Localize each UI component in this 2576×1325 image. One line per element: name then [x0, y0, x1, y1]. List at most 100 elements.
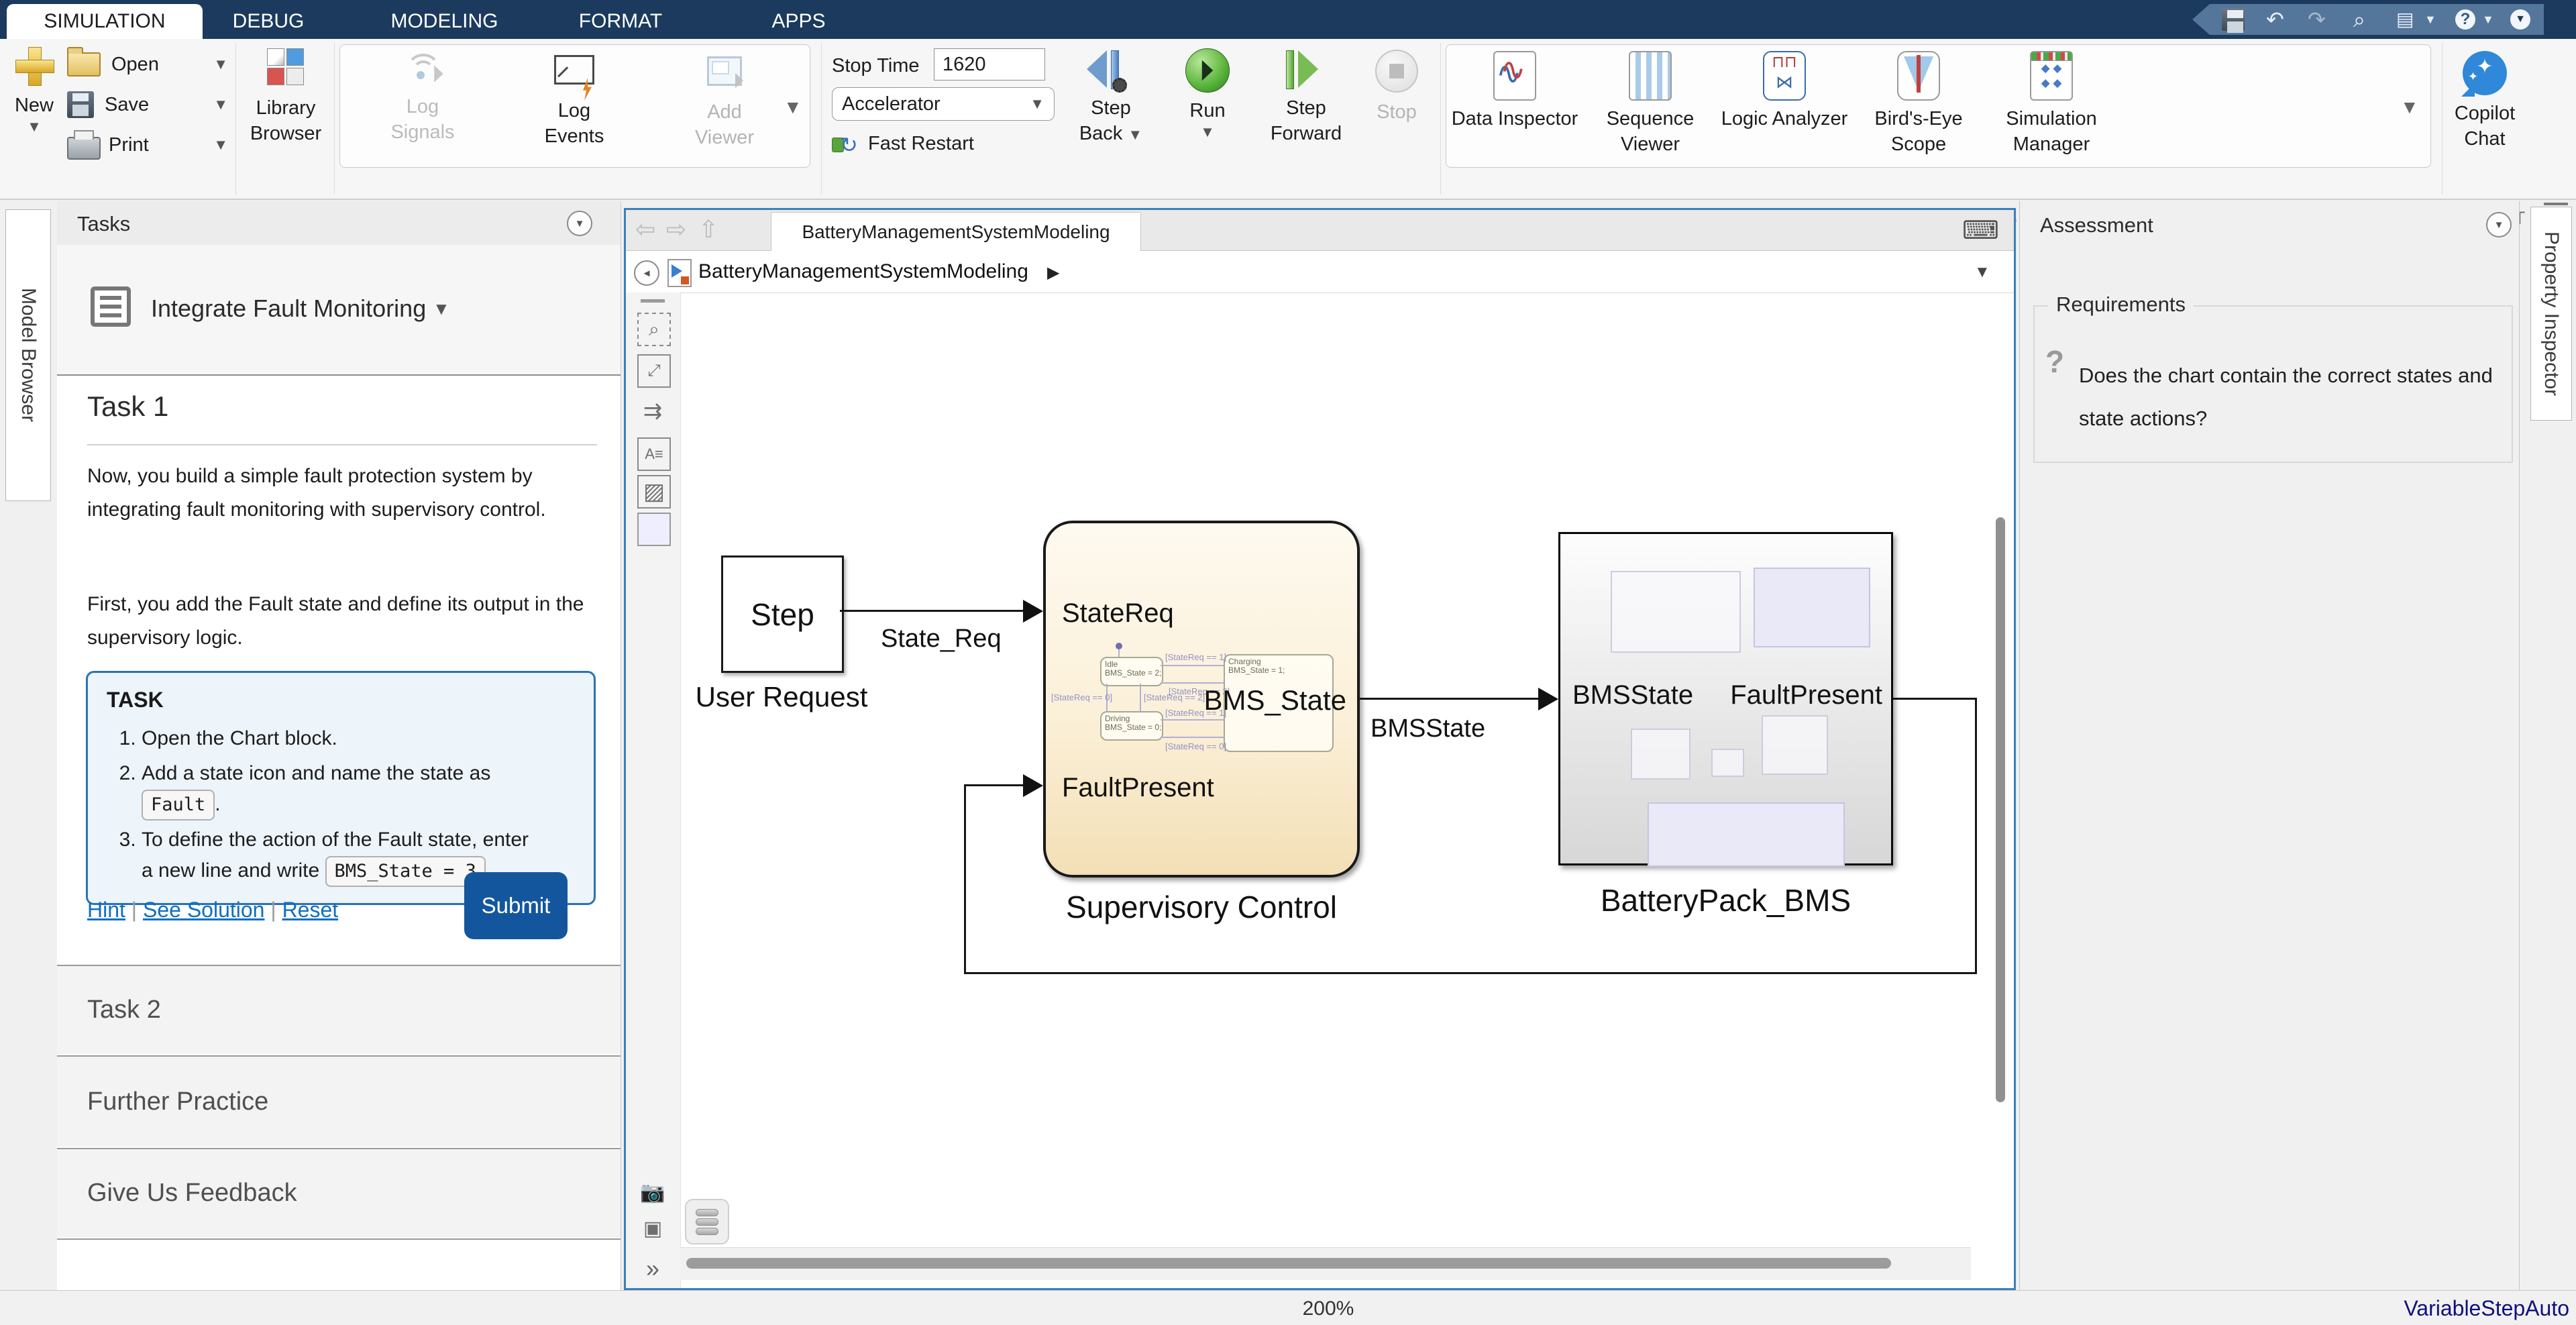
- supervisory-control-block[interactable]: Idle BMS_State = 2; Charging BMS_State =…: [1043, 521, 1360, 878]
- add-viewer-button[interactable]: Add Viewer: [679, 51, 770, 150]
- birds-eye-scope-button[interactable]: Bird's-Eye Scope: [1855, 51, 1982, 157]
- step-back-caret-icon: ▼: [1128, 126, 1142, 143]
- fast-restart-toggle[interactable]: ↻ Fast Restart: [832, 127, 1046, 160]
- save-label: Save: [105, 92, 149, 117]
- tab-simulation[interactable]: SIMULATION: [7, 4, 203, 39]
- save-icon[interactable]: [2222, 8, 2245, 31]
- run-button[interactable]: Run ▼: [1173, 48, 1242, 141]
- tab-format[interactable]: FORMAT: [557, 4, 684, 39]
- new-caret-icon: ▼: [9, 118, 59, 136]
- feedback-line[interactable]: [964, 972, 1977, 974]
- help-caret-icon[interactable]: ▼: [2482, 4, 2494, 35]
- section-further-practice[interactable]: Further Practice: [57, 1057, 621, 1147]
- tab-modeling[interactable]: MODELING: [372, 4, 517, 39]
- print-button[interactable]: Print ▼: [67, 129, 228, 161]
- ribbon-divider: [334, 43, 335, 195]
- section-feedback[interactable]: Give Us Feedback: [57, 1149, 621, 1237]
- chart-port-statereq: StateReq: [1062, 598, 1174, 629]
- publish-icon[interactable]: ▤: [2396, 4, 2414, 35]
- model-canvas[interactable]: Step User Request State_Req Idle BMS_Sta…: [626, 210, 2014, 1288]
- birds-eye-scope-icon: [1897, 51, 1940, 101]
- data-inspector-button[interactable]: ∿ ∿ Data Inspector: [1451, 51, 1578, 131]
- stop-time-input[interactable]: [934, 48, 1045, 81]
- tasks-collapse-icon[interactable]: ▼: [567, 211, 592, 236]
- assessment-collapse-icon[interactable]: ▼: [2486, 212, 2512, 237]
- sim-mode-value: Accelerator: [842, 93, 941, 115]
- submit-button[interactable]: Submit: [464, 872, 568, 939]
- feedback-line[interactable]: [964, 784, 966, 974]
- simulation-manager-button[interactable]: ◆ ◆◆ ◆ Simulation Manager: [1988, 51, 2115, 157]
- add-viewer-icon: [701, 56, 748, 99]
- tab-modeling-label: MODELING: [390, 10, 498, 33]
- undo-icon[interactable]: ↶: [2266, 4, 2284, 35]
- sim-mode-select[interactable]: Accelerator ▼: [832, 87, 1055, 121]
- search-icon[interactable]: ⌕: [2353, 4, 2365, 35]
- task-step-2: Add a state icon and name the state as F…: [142, 758, 544, 820]
- step-block[interactable]: Step: [721, 555, 844, 673]
- data-inspector-icon: ∿ ∿: [1493, 51, 1536, 101]
- solver-status[interactable]: VariableStepAuto: [2267, 1296, 2569, 1321]
- section-task2[interactable]: Task 2: [57, 966, 621, 1054]
- copilot-chat-button[interactable]: ✦ ✦ Copilot Chat: [2447, 51, 2522, 152]
- ribbon-divider: [821, 43, 822, 195]
- options-icon[interactable]: ▼: [2510, 9, 2530, 30]
- save-button[interactable]: Save ▼: [67, 89, 228, 121]
- feedback-line[interactable]: [1975, 698, 1977, 974]
- redo-icon[interactable]: ↷: [2308, 4, 2326, 35]
- task-step-1: Open the Chart block.: [142, 723, 544, 754]
- library-browser-button[interactable]: Library Browser: [243, 48, 329, 146]
- hint-link[interactable]: Hint: [87, 898, 125, 922]
- section-divider: [57, 1238, 621, 1240]
- data-badge-button[interactable]: [685, 1199, 729, 1244]
- ribbon-divider: [235, 43, 236, 195]
- subsystem-preview: [1711, 749, 1744, 777]
- signal-label-state-req[interactable]: State_Req: [881, 625, 995, 653]
- stop-button[interactable]: Stop: [1364, 50, 1429, 125]
- review-gallery-caret-icon[interactable]: ▼: [2400, 97, 2419, 118]
- horizontal-scrollbar[interactable]: [686, 1258, 1891, 1269]
- property-inspector-tab[interactable]: Property Inspector: [2530, 207, 2572, 421]
- see-solution-link[interactable]: See Solution: [143, 898, 264, 922]
- signal-line[interactable]: [840, 610, 1023, 612]
- tab-debug[interactable]: DEBUG: [221, 4, 315, 39]
- course-caret-icon[interactable]: ▼: [433, 299, 450, 319]
- tab-apps[interactable]: APPS: [750, 4, 847, 39]
- sequence-viewer-button[interactable]: Sequence Viewer: [1587, 51, 1714, 157]
- subsystem-preview: [1762, 715, 1828, 775]
- open-button[interactable]: Open ▼: [67, 48, 228, 81]
- logic-analyzer-button[interactable]: ⊓⊓ ⋈ Logic Analyzer: [1721, 51, 1848, 131]
- step-back-label: Step Back: [1079, 97, 1131, 144]
- print-label: Print: [109, 132, 149, 158]
- step-back-button[interactable]: Step Back ▼: [1071, 48, 1151, 148]
- tab-apps-label: APPS: [771, 10, 825, 33]
- open-caret-icon: ▼: [213, 56, 228, 73]
- help-icon[interactable]: ?: [2455, 9, 2475, 30]
- batterypack-bms-block[interactable]: BMSState FaultPresent: [1558, 532, 1893, 865]
- tasks-course-row[interactable]: Integrate Fault Monitoring ▼: [57, 245, 621, 376]
- signal-line[interactable]: [1360, 698, 1538, 700]
- prepare-gallery-caret-icon[interactable]: ▼: [784, 97, 802, 118]
- signal-label-bmsstate[interactable]: BMSState: [1371, 714, 1511, 743]
- requirements-label: Requirements: [2048, 293, 2194, 317]
- task-list-icon[interactable]: [91, 286, 131, 327]
- log-events-button[interactable]: Log Events: [529, 51, 620, 149]
- reset-link[interactable]: Reset: [282, 898, 339, 922]
- step-block-name: User Request: [667, 681, 896, 713]
- run-label: Run: [1189, 100, 1225, 121]
- assessment-title: Assessment: [2040, 213, 2153, 237]
- batterypack-bms-name: BatteryPack_BMS: [1558, 882, 1893, 918]
- feedback-line[interactable]: [964, 784, 1023, 786]
- feedback-line[interactable]: [1893, 698, 1976, 700]
- new-button[interactable]: New ▼: [9, 47, 59, 136]
- log-signals-button[interactable]: Log Signals: [377, 51, 468, 145]
- open-label: Open: [111, 52, 159, 77]
- data-inspector-label: Data Inspector: [1451, 106, 1578, 131]
- step-forward-button[interactable]: Step Forward: [1264, 48, 1348, 146]
- log-events-label: Log Events: [529, 98, 620, 149]
- property-inspector-tab-label: Property Inspector: [2540, 231, 2563, 396]
- fast-restart-label: Fast Restart: [868, 131, 974, 156]
- publish-caret-icon[interactable]: ▼: [2424, 4, 2436, 35]
- vertical-scrollbar[interactable]: [1996, 517, 2005, 1102]
- model-browser-tab[interactable]: Model Browser: [5, 209, 51, 501]
- new-plus-icon: [15, 47, 53, 85]
